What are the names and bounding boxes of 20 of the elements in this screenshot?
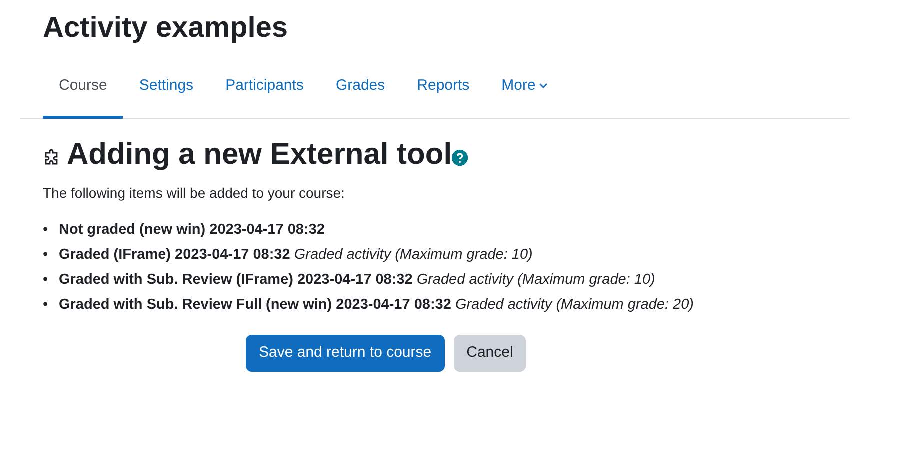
bullet: • [43,270,50,290]
nav-tab[interactable]: Settings [123,61,210,118]
list-item: Not graded (new win) 2023-04-17 08:32 [59,220,325,240]
nav-tab[interactable]: Grades [320,61,402,118]
bullet: • [43,220,50,240]
page-heading: Adding a new External tool [67,136,452,172]
list-item: Graded (IFrame) 2023-04-17 08:32 Graded activity (Maximum grade: 10) [59,246,533,264]
cancel-button[interactable]: Cancel [454,334,526,372]
nav-tab[interactable]: More [486,61,564,118]
page-title: Activity examples [43,11,290,46]
help-icon[interactable] [452,150,468,166]
save-button[interactable]: Save and return to course [246,334,445,372]
list-item: Graded with Sub. Review Full (new win) 2023-04-17 08:32 Graded activity (Maximum grade: 20) [59,296,694,314]
bullet: • [43,296,50,314]
nav-tab[interactable]: Reports [401,61,486,118]
list-item: Graded with Sub. Review (IFrame) 2023-04-17 08:32 Graded activity (Maximum grade: 10) [59,270,656,290]
nav-tab[interactable]: Course [43,61,124,118]
intro-text: The following items will be added to your course: [43,184,346,203]
nav-tab[interactable]: Participants [210,61,320,118]
bullet: • [43,246,50,264]
